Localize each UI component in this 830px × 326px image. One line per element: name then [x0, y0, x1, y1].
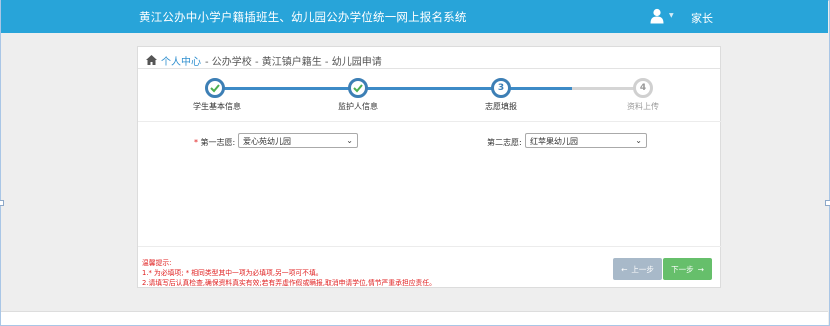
first-choice-label-wrap: * 第一志愿:	[194, 137, 235, 148]
notes-title: 温馨提示:	[142, 259, 172, 267]
second-choice-value: 红苹果幼儿园	[530, 137, 578, 146]
step-3-label: 志愿填报	[485, 102, 517, 111]
choice-form: * 第一志愿: 爱心苑幼儿园 ⌄ 第二志愿: 红苹果幼儿园 ⌄	[138, 133, 722, 153]
step-3-active: 3	[491, 78, 511, 98]
first-choice-label: 第一志愿:	[200, 138, 236, 147]
chevron-down-icon: ⌄	[635, 136, 642, 145]
resize-handle-left[interactable]	[0, 200, 4, 206]
next-step-button[interactable]: 下一步 →	[663, 258, 712, 280]
divider	[138, 121, 722, 122]
second-choice-label: 第二志愿:	[487, 138, 522, 147]
progress-line-done	[216, 87, 578, 90]
progress-steps: 学生基本信息 监护人信息 3 志愿填报 4 资料上传	[138, 71, 722, 119]
step-1-label: 学生基本信息	[193, 102, 241, 111]
user-menu-caret-icon[interactable]: ▼	[669, 12, 674, 19]
chevron-down-icon: ⌄	[346, 136, 353, 145]
breadcrumb-home-link[interactable]: 个人中心	[161, 53, 201, 68]
notes-block: 温馨提示: 1.* 为必填项; * 相同类型其中一项为必填项,另一项可不填。 2…	[142, 258, 436, 288]
second-choice-select[interactable]: 红苹果幼儿园 ⌄	[525, 133, 647, 148]
user-icon[interactable]	[650, 8, 664, 24]
resize-handle-right[interactable]	[825, 200, 830, 206]
home-icon	[146, 55, 157, 65]
step-2-done-icon	[348, 78, 368, 98]
system-title: 黄江公办中小学户籍插班生、幼儿园公办学位统一网上报名系统	[139, 10, 467, 24]
top-bar: 黄江公办中小学户籍插班生、幼儿园公办学位统一网上报名系统 ▼ 家长	[1, 0, 828, 33]
application-panel: 个人中心 - 公办学校 - 黄江镇户籍生 - 幼儿园申请 学生基本信息 监护人信…	[137, 46, 722, 288]
required-mark: *	[194, 138, 198, 147]
first-choice-select[interactable]: 爱心苑幼儿园 ⌄	[238, 133, 358, 148]
step-2-label: 监护人信息	[338, 102, 378, 111]
prev-step-label: 上一步	[631, 264, 654, 274]
first-choice-value: 爱心苑幼儿园	[243, 137, 291, 146]
divider-bottom	[138, 246, 722, 247]
notes-line-1: 1.* 为必填项; * 相同类型其中一项为必填项,另一项可不填。	[142, 268, 436, 278]
step-4-label: 资料上传	[627, 102, 659, 111]
arrow-right-icon: →	[697, 264, 704, 274]
breadcrumb: 个人中心 - 公办学校 - 黄江镇户籍生 - 幼儿园申请	[138, 47, 720, 69]
notes-line-1-rest: * 相同类型其中一项为必填项,另一项可不填。	[185, 269, 323, 277]
next-step-label: 下一步	[671, 264, 694, 274]
prev-step-button[interactable]: ← 上一步	[613, 258, 662, 280]
step-1-done-icon	[205, 78, 225, 98]
step-4-todo: 4	[633, 78, 653, 98]
notes-line-2: 2.请填写后认真检查,确保资料真实有效;若有弄虚作假或瞒报,取消申请学位,情节严…	[142, 279, 436, 287]
breadcrumb-trail: - 公办学校 - 黄江镇户籍生 - 幼儿园申请	[205, 56, 382, 68]
arrow-left-icon: ←	[621, 264, 628, 274]
notes-line-1-prefix: 1.* 为必填项;	[142, 269, 184, 277]
bottom-strip	[1, 311, 828, 325]
user-name[interactable]: 家长	[691, 10, 713, 26]
